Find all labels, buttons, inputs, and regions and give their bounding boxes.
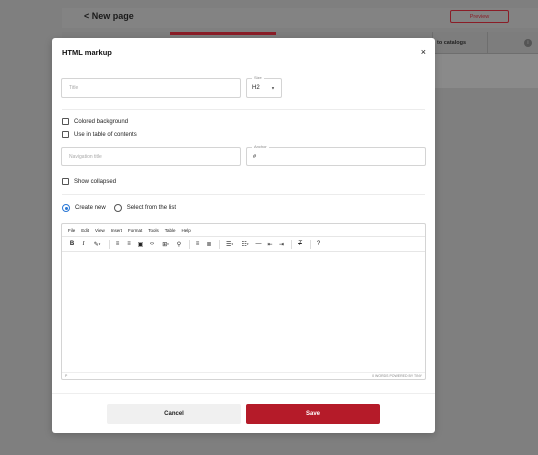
background-panel	[432, 54, 538, 88]
word-count: 0 WORDS POWERED BY TINY	[372, 374, 422, 378]
size-select[interactable]: Size H2 ▼	[246, 75, 282, 98]
toolbar-separator	[309, 239, 311, 249]
colored-background-checkbox[interactable]	[62, 118, 69, 125]
menu-help[interactable]: Help	[182, 228, 191, 233]
justify-icon[interactable]: ≣	[204, 239, 214, 249]
anchor-value: #	[253, 153, 257, 160]
select-from-list-radio[interactable]	[113, 204, 122, 212]
back-icon[interactable]: <	[84, 11, 89, 21]
chevron-down-icon: ▼	[271, 85, 275, 91]
bullet-list-icon[interactable]: ☰ ▾	[223, 239, 237, 249]
editor-statusbar: P 0 WORDS POWERED BY TINY	[62, 372, 425, 379]
create-new-radio[interactable]	[62, 204, 70, 212]
link-icon[interactable]: ⚲	[174, 239, 184, 249]
element-path: P	[65, 374, 68, 378]
preview-button[interactable]: Preview	[450, 10, 509, 23]
anchor-input[interactable]: Anchor #	[246, 144, 426, 166]
save-button[interactable]: Save	[246, 404, 380, 424]
divider	[62, 194, 425, 195]
navigation-title-placeholder: Navigation title	[69, 153, 102, 160]
toolbar-separator	[188, 239, 190, 249]
close-icon[interactable]: ×	[421, 47, 426, 57]
editor-menubar: File Edit View Insert Format Tools Table…	[62, 224, 425, 236]
align-right-icon[interactable]: ≡	[193, 239, 203, 249]
show-collapsed-label: Show collapsed	[74, 178, 117, 185]
html-markup-dialog: HTML markup × Title Size H2 ▼ Colored ba…	[52, 38, 435, 433]
cancel-button[interactable]: Cancel	[107, 404, 241, 424]
bold-icon[interactable]: B	[67, 239, 77, 249]
text-color-icon[interactable]: ✎ ▾	[90, 239, 104, 249]
select-from-list-label[interactable]: Select from the list	[127, 205, 176, 211]
info-icon[interactable]: i	[524, 39, 532, 47]
dialog-title: HTML markup	[62, 48, 112, 57]
menu-edit[interactable]: Edit	[81, 228, 89, 233]
image-icon[interactable]: ▣	[136, 239, 146, 249]
toc-label: Use in table of contents	[74, 131, 137, 138]
colored-background-label: Colored background	[74, 118, 129, 125]
divider	[62, 109, 425, 110]
menu-insert[interactable]: Insert	[111, 228, 122, 233]
colored-background-row[interactable]: Colored background	[62, 118, 128, 125]
italic-icon[interactable]: I	[79, 239, 89, 249]
clear-formatting-icon[interactable]: T	[295, 239, 305, 249]
outdent-icon[interactable]: ⇤	[265, 239, 275, 249]
table-icon[interactable]: ⊞ ▾	[159, 239, 173, 249]
menu-tools[interactable]: Tools	[148, 228, 159, 233]
code-icon[interactable]: ‹›	[147, 239, 157, 249]
toolbar-separator	[108, 239, 110, 249]
numbered-list-icon[interactable]: ☷ ▾	[238, 239, 252, 249]
align-center-icon[interactable]: ≡	[124, 239, 134, 249]
size-label: Size	[252, 75, 264, 80]
page-title[interactable]: < New page	[84, 11, 134, 21]
editor-toolbar: B I ✎ ▾ ≡ ≡ ▣ ‹› ⊞ ▾ ⚲ ≡ ≣ ☰ ▾ ☷ ▾ — ⇤ ⇥ T ?	[62, 236, 425, 252]
toolbar-separator	[218, 239, 220, 249]
anchor-label: Anchor	[252, 144, 269, 149]
horizontal-rule-icon[interactable]: —	[254, 239, 264, 249]
toolbar-separator	[291, 239, 292, 249]
tab-catalogs[interactable]: to catalogs	[432, 32, 488, 54]
help-icon[interactable]: ?	[314, 239, 324, 249]
menu-table[interactable]: Table	[165, 228, 176, 233]
toc-row[interactable]: Use in table of contents	[62, 131, 137, 138]
menu-view[interactable]: View	[95, 228, 105, 233]
title-placeholder: Title	[69, 85, 79, 91]
create-new-label[interactable]: Create new	[75, 205, 106, 211]
rich-text-editor: File Edit View Insert Format Tools Table…	[61, 223, 426, 380]
title-input[interactable]: Title	[61, 78, 241, 98]
page-title-text: New page	[91, 11, 134, 21]
footer-divider	[52, 393, 435, 394]
show-collapsed-checkbox[interactable]	[62, 178, 69, 185]
size-value: H2	[252, 85, 260, 91]
active-tab-indicator	[170, 32, 276, 35]
show-collapsed-row[interactable]: Show collapsed	[62, 178, 116, 185]
menu-file[interactable]: File	[68, 228, 75, 233]
toc-checkbox[interactable]	[62, 131, 69, 138]
align-left-icon[interactable]: ≡	[113, 239, 123, 249]
indent-icon[interactable]: ⇥	[277, 239, 287, 249]
menu-format[interactable]: Format	[128, 228, 142, 233]
source-radio-group: Create new Select from the list	[62, 204, 176, 212]
navigation-title-input[interactable]: Navigation title	[61, 147, 241, 166]
